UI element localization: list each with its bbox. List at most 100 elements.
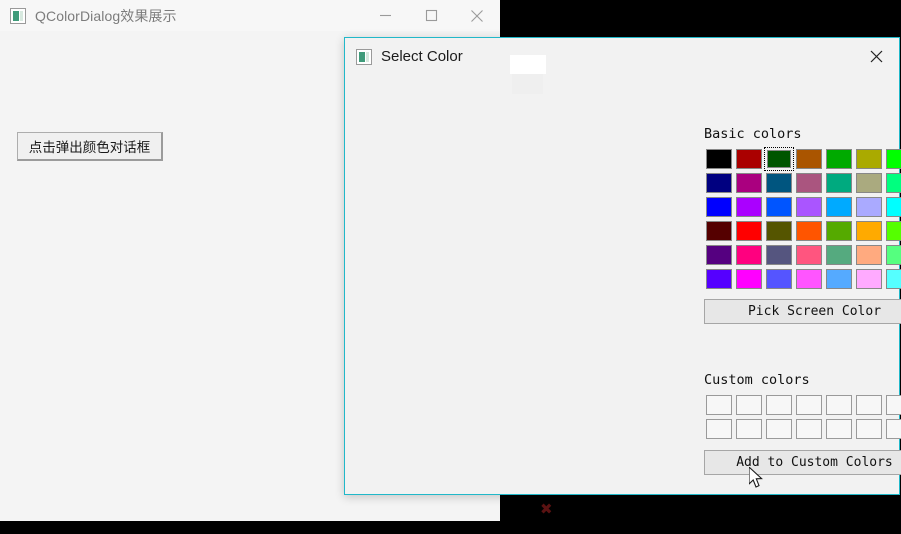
- custom-color-swatch[interactable]: [884, 417, 901, 441]
- basic-color-swatch[interactable]: [734, 171, 764, 195]
- swatch-fill: [766, 269, 792, 289]
- custom-color-swatch[interactable]: [764, 417, 794, 441]
- custom-color-swatch[interactable]: [734, 417, 764, 441]
- basic-color-swatch[interactable]: [704, 267, 734, 291]
- dialog-close-icon[interactable]: [854, 38, 899, 75]
- custom-color-swatch[interactable]: [824, 417, 854, 441]
- swatch-fill: [796, 269, 822, 289]
- basic-colors-label: Basic colors: [704, 126, 802, 142]
- basic-color-swatch[interactable]: [824, 267, 854, 291]
- basic-color-swatch[interactable]: [884, 171, 901, 195]
- dialog-title: Select Color: [381, 48, 463, 65]
- custom-color-swatch[interactable]: [794, 417, 824, 441]
- custom-color-swatch[interactable]: [704, 393, 734, 417]
- swatch-fill: [886, 149, 901, 169]
- add-to-custom-colors-button[interactable]: Add to Custom Colors: [704, 450, 901, 475]
- minimize-icon[interactable]: [362, 0, 408, 31]
- basic-color-swatch[interactable]: [824, 195, 854, 219]
- swatch-fill: [886, 245, 901, 265]
- basic-color-swatch[interactable]: [794, 147, 824, 171]
- basic-color-swatch[interactable]: [854, 171, 884, 195]
- basic-color-swatch[interactable]: [884, 147, 901, 171]
- basic-color-swatch[interactable]: [884, 195, 901, 219]
- custom-colors-grid[interactable]: [704, 393, 901, 441]
- custom-color-swatch[interactable]: [854, 417, 884, 441]
- basic-color-swatch[interactable]: [824, 171, 854, 195]
- select-color-dialog: Select Color Basic colors Pick Screen Co…: [344, 37, 901, 495]
- screen: ✖ QColorDialog效果展示 点击弹出颜色对话框 Select Colo…: [0, 0, 901, 534]
- basic-color-swatch[interactable]: [764, 147, 794, 171]
- open-color-dialog-button[interactable]: 点击弹出颜色对话框: [17, 132, 163, 161]
- basic-color-swatch[interactable]: [794, 195, 824, 219]
- basic-color-swatch[interactable]: [824, 147, 854, 171]
- basic-color-swatch[interactable]: [854, 219, 884, 243]
- basic-color-swatch[interactable]: [884, 219, 901, 243]
- basic-color-swatch[interactable]: [704, 243, 734, 267]
- swatch-fill: [706, 419, 732, 439]
- swatch-fill: [796, 149, 822, 169]
- basic-color-swatch[interactable]: [734, 147, 764, 171]
- swatch-fill: [826, 269, 852, 289]
- basic-color-swatch[interactable]: [764, 171, 794, 195]
- basic-color-swatch[interactable]: [704, 171, 734, 195]
- swatch-fill: [856, 395, 882, 415]
- swatch-fill: [766, 245, 792, 265]
- custom-color-swatch[interactable]: [734, 393, 764, 417]
- basic-color-swatch[interactable]: [734, 267, 764, 291]
- app-color-icon: [10, 7, 26, 24]
- desktop-backdrop-bottom: [0, 521, 901, 534]
- basic-color-swatch[interactable]: [764, 219, 794, 243]
- basic-color-swatch[interactable]: [764, 195, 794, 219]
- swatch-fill: [706, 197, 732, 217]
- custom-color-swatch[interactable]: [764, 393, 794, 417]
- swatch-fill: [826, 221, 852, 241]
- basic-color-swatch[interactable]: [734, 195, 764, 219]
- swatch-fill: [706, 245, 732, 265]
- custom-color-swatch[interactable]: [884, 393, 901, 417]
- basic-color-swatch[interactable]: [824, 243, 854, 267]
- basic-color-swatch[interactable]: [704, 219, 734, 243]
- swatch-fill: [766, 197, 792, 217]
- swatch-fill: [706, 221, 732, 241]
- custom-color-swatch[interactable]: [854, 393, 884, 417]
- custom-color-swatch[interactable]: [824, 393, 854, 417]
- basic-color-swatch[interactable]: [734, 243, 764, 267]
- basic-color-swatch[interactable]: [764, 267, 794, 291]
- desktop-artifact: ✖: [540, 500, 553, 518]
- basic-color-swatch[interactable]: [794, 243, 824, 267]
- swatch-fill: [796, 419, 822, 439]
- custom-color-swatch[interactable]: [704, 417, 734, 441]
- basic-color-swatch[interactable]: [704, 147, 734, 171]
- close-icon[interactable]: [454, 0, 500, 31]
- swatch-fill: [826, 149, 852, 169]
- custom-color-swatch[interactable]: [794, 393, 824, 417]
- swatch-fill: [766, 221, 792, 241]
- swatch-fill: [736, 419, 762, 439]
- basic-color-swatch[interactable]: [854, 243, 884, 267]
- swatch-fill: [886, 395, 901, 415]
- swatch-fill: [766, 173, 792, 193]
- swatch-fill: [826, 245, 852, 265]
- basic-color-swatch[interactable]: [884, 243, 901, 267]
- basic-color-swatch[interactable]: [854, 195, 884, 219]
- swatch-fill: [856, 269, 882, 289]
- basic-color-swatch[interactable]: [734, 219, 764, 243]
- basic-color-swatch[interactable]: [794, 171, 824, 195]
- basic-color-swatch[interactable]: [854, 267, 884, 291]
- basic-color-swatch[interactable]: [704, 195, 734, 219]
- basic-color-swatch[interactable]: [794, 219, 824, 243]
- swatch-fill: [766, 395, 792, 415]
- swatch-fill: [826, 173, 852, 193]
- basic-color-swatch[interactable]: [794, 267, 824, 291]
- pick-screen-color-button[interactable]: Pick Screen Color: [704, 299, 901, 324]
- basic-color-swatch[interactable]: [764, 243, 794, 267]
- basic-colors-grid[interactable]: [704, 147, 901, 291]
- basic-color-swatch[interactable]: [884, 267, 901, 291]
- swatch-fill: [856, 419, 882, 439]
- basic-color-swatch[interactable]: [824, 219, 854, 243]
- swatch-fill: [796, 221, 822, 241]
- maximize-icon[interactable]: [408, 0, 454, 31]
- swatch-fill: [856, 149, 882, 169]
- tooltip-artifact-shadow: [512, 74, 543, 94]
- basic-color-swatch[interactable]: [854, 147, 884, 171]
